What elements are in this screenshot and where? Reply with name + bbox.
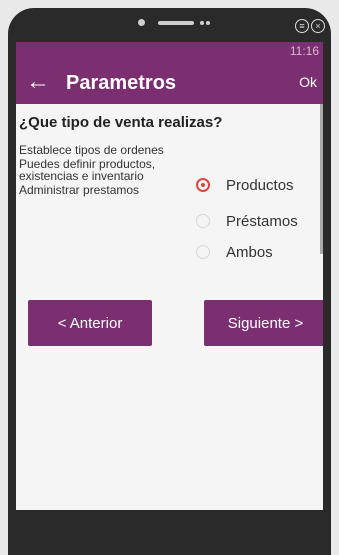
description-text: Establece tipos de ordenes [19,143,164,157]
radio-button-icon[interactable] [196,245,210,259]
device-frame: ≡ × 11:16 ← Parametros Ok ¿Que tipo de v… [8,8,331,555]
radio-button-icon[interactable] [196,178,210,192]
next-button[interactable]: Siguiente > [204,300,323,346]
radio-button-icon[interactable] [196,214,210,228]
description-text: Puedes definir productos, existencias e … [19,157,156,183]
sensor-icon [206,21,210,25]
menu-icon[interactable]: ≡ [295,19,309,33]
previous-button[interactable]: < Anterior [28,300,152,346]
device-top-bar: ≡ × [8,8,331,42]
speaker-icon [158,21,194,25]
status-time: 11:16 [289,44,319,58]
descriptions: Establece tipos de ordenes Puedes defini… [19,144,189,198]
sensor-icon [200,21,204,25]
radio-label[interactable]: Préstamos [226,213,298,230]
radio-prestamos[interactable]: Préstamos [196,210,320,232]
device-bottom-bar [16,510,323,555]
content-area: ¿Que tipo de venta realizas? Establece t… [16,104,323,510]
description-text: Administrar prestamos [19,183,140,197]
scrollbar[interactable] [320,104,323,254]
radio-ambos[interactable]: Ambos [196,241,320,263]
close-icon[interactable]: × [311,19,325,33]
radio-productos[interactable]: Productos [196,174,320,196]
radio-label[interactable]: Productos [226,177,294,194]
back-arrow-icon[interactable]: ← [26,67,50,97]
page-title: Parametros [66,72,177,94]
radio-label[interactable]: Ambos [226,244,273,261]
camera-icon [138,19,145,26]
question-heading: ¿Que tipo de venta realizas? [19,114,223,131]
ok-button[interactable]: Ok [299,72,317,92]
status-bar: 11:16 [16,42,323,60]
app-bar: ← Parametros Ok [16,60,323,104]
